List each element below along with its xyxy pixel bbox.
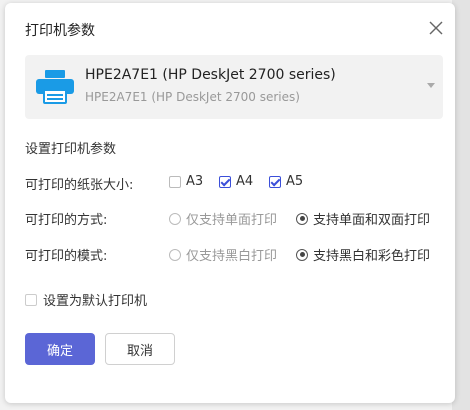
checkbox-a5-label: A5 xyxy=(286,174,304,189)
checkbox-a4-label: A4 xyxy=(236,174,254,189)
printer-name: HPE2A7E1 (HP DeskJet 2700 series) xyxy=(85,67,336,83)
radio-color-label: 支持黑白和彩色打印 xyxy=(313,249,431,264)
paper-a5-checkbox[interactable]: A5 xyxy=(269,174,303,189)
paper-a4-checkbox[interactable]: A4 xyxy=(219,174,253,189)
radio-dot[interactable] xyxy=(296,248,308,261)
print-mode-label: 可打印的方式: xyxy=(25,213,108,228)
radio-bw-only-label: 仅支持黑白打印 xyxy=(186,249,278,264)
printer-select[interactable]: HPE2A7E1 (HP DeskJet 2700 series) HPE2A7… xyxy=(25,55,443,119)
section-title: 设置打印机参数 xyxy=(25,142,117,157)
checkbox-a5-box[interactable] xyxy=(269,175,281,188)
dialog-title: 打印机参数 xyxy=(25,23,95,39)
radio-duplex[interactable]: 支持单面和双面打印 xyxy=(296,209,430,228)
close-icon[interactable] xyxy=(427,19,445,37)
color-mode-label: 可打印的模式: xyxy=(25,249,108,264)
cancel-button[interactable]: 取消 xyxy=(105,333,175,365)
checkbox-a3-box[interactable] xyxy=(169,175,181,188)
checkbox-a4-box[interactable] xyxy=(219,175,231,188)
radio-duplex-label: 支持单面和双面打印 xyxy=(313,213,431,228)
confirm-button[interactable]: 确定 xyxy=(25,333,95,365)
printer-subtitle: HPE2A7E1 (HP DeskJet 2700 series) xyxy=(85,90,300,104)
radio-bw-only[interactable]: 仅支持黑白打印 xyxy=(169,245,277,264)
printer-settings-dialog: 打印机参数 HPE2A7E1 (HP DeskJet 2700 series) … xyxy=(5,3,455,403)
checkbox-a3-label: A3 xyxy=(186,174,204,189)
default-printer-checkbox[interactable]: 设置为默认打印机 xyxy=(25,290,147,309)
default-printer-label: 设置为默认打印机 xyxy=(43,294,148,309)
default-printer-box[interactable] xyxy=(25,293,37,306)
printer-icon xyxy=(36,70,74,104)
paper-a3-checkbox[interactable]: A3 xyxy=(169,174,203,189)
radio-color[interactable]: 支持黑白和彩色打印 xyxy=(296,245,430,264)
radio-dot[interactable] xyxy=(169,212,181,225)
radio-single-sided-label: 仅支持单面打印 xyxy=(186,213,278,228)
radio-single-sided[interactable]: 仅支持单面打印 xyxy=(169,209,277,228)
radio-dot[interactable] xyxy=(169,248,181,261)
radio-dot[interactable] xyxy=(296,212,308,225)
chevron-down-icon[interactable] xyxy=(427,83,435,88)
paper-size-label: 可打印的纸张大小: xyxy=(25,178,134,193)
